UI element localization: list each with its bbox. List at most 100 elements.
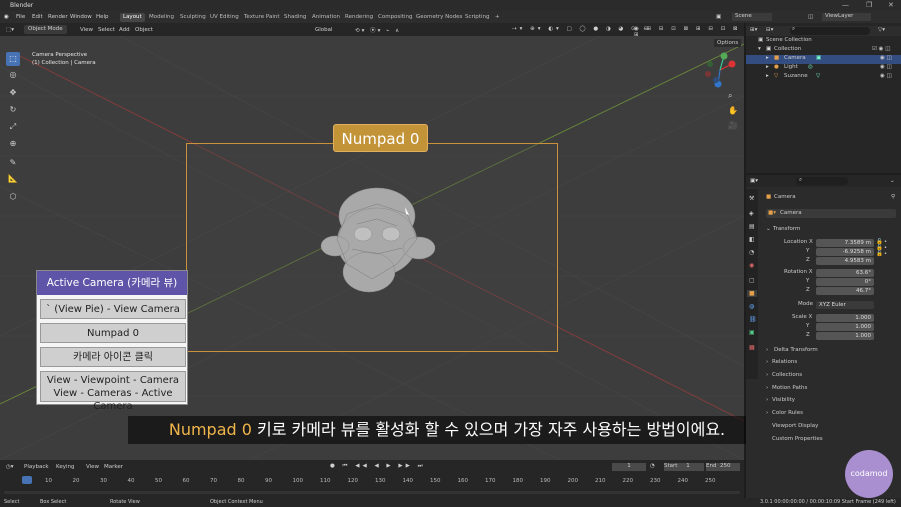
snapping-icons[interactable]: ⟲▾ ⦿▾ ⌁ ∧ bbox=[355, 26, 401, 34]
physics-tab-icon[interactable]: ◍ bbox=[749, 303, 754, 310]
chevron-right-icon[interactable]: › bbox=[766, 359, 768, 365]
pin-icon[interactable]: ⚲ bbox=[891, 194, 895, 200]
rotate-tool-icon[interactable]: ↻ bbox=[6, 103, 20, 117]
tab-rendering[interactable]: Rendering bbox=[342, 13, 376, 22]
object-tab-icon[interactable]: ■ bbox=[747, 290, 757, 297]
current-frame-field[interactable]: 1 bbox=[612, 463, 646, 471]
navigation-gizmo[interactable] bbox=[700, 50, 740, 90]
outliner-search-input[interactable] bbox=[790, 27, 870, 35]
chevron-right-icon[interactable]: › bbox=[766, 385, 768, 391]
measure-tool-icon[interactable]: 📐 bbox=[6, 172, 20, 186]
section-motion-paths[interactable]: Motion Paths bbox=[772, 385, 807, 391]
texture-tab-icon[interactable]: ▦ bbox=[749, 344, 755, 351]
minimize-icon[interactable]: — bbox=[842, 1, 849, 9]
object-data-tab-icon[interactable]: ▣ bbox=[749, 329, 755, 336]
section-delta-transform[interactable]: Delta Transform bbox=[774, 347, 818, 353]
editor-type-icon[interactable]: ⬚▾ bbox=[6, 27, 14, 33]
tab-compositing[interactable]: Compositing bbox=[375, 13, 415, 22]
chevron-right-icon[interactable]: › bbox=[766, 397, 768, 403]
filter-funnel-icon[interactable]: ▽▾ bbox=[878, 27, 885, 33]
tab-scripting[interactable]: Scripting bbox=[462, 13, 492, 22]
tab-animation[interactable]: Animation bbox=[309, 13, 343, 22]
tab-texture-paint[interactable]: Texture Paint bbox=[241, 13, 283, 22]
lock-icons[interactable]: 🔓• 🔓• 🔓• bbox=[876, 239, 888, 257]
expand-arrow-icon[interactable]: ▾ bbox=[758, 46, 761, 52]
add-cube-tool-icon[interactable]: ⬡ bbox=[6, 190, 20, 204]
pan-hand-icon[interactable]: ✋ bbox=[728, 106, 738, 115]
outliner-scene-collection[interactable]: ▣ Scene Collection bbox=[746, 37, 901, 46]
view-layer-tab-icon[interactable]: ◧ bbox=[749, 236, 755, 243]
transform-expand-icon[interactable]: ⌄ bbox=[766, 226, 771, 232]
location-z-field[interactable]: 4.9583 m bbox=[816, 257, 874, 265]
tool-tab-icon[interactable]: ⚒ bbox=[749, 195, 754, 202]
menu-window[interactable]: Window bbox=[70, 14, 92, 20]
menu-file[interactable]: File bbox=[16, 14, 25, 20]
camera-view-icon[interactable]: 🎥 bbox=[728, 121, 738, 130]
chevron-down-icon[interactable]: ⌄ bbox=[890, 178, 895, 184]
section-custom-properties[interactable]: Custom Properties bbox=[772, 436, 823, 442]
scene-selector[interactable]: Scene bbox=[732, 13, 772, 21]
section-relations[interactable]: Relations bbox=[772, 359, 797, 365]
add-workspace-button[interactable]: + bbox=[492, 13, 503, 22]
playback-controls[interactable]: ● ⏮ ◀◀ ◀ ▶ ▶▶ ⏭ bbox=[330, 463, 426, 470]
constraints-tab-icon[interactable]: ⛓ bbox=[749, 316, 757, 323]
mode-selector[interactable]: Object Mode bbox=[24, 25, 67, 34]
tab-sculpting[interactable]: Sculpting bbox=[177, 13, 209, 22]
menu-object[interactable]: Object bbox=[135, 27, 153, 33]
transform-orientation-selector[interactable]: Global bbox=[315, 27, 333, 33]
cursor-tool-icon[interactable]: ◎ bbox=[6, 68, 20, 82]
chevron-right-icon[interactable]: › bbox=[766, 410, 768, 416]
rotation-z-field[interactable]: 46.7° bbox=[816, 287, 874, 295]
section-collections[interactable]: Collections bbox=[772, 372, 802, 378]
rotation-x-field[interactable]: 63.6° bbox=[816, 269, 874, 277]
scale-x-field[interactable]: 1.000 bbox=[816, 314, 874, 322]
scale-z-field[interactable]: 1.000 bbox=[816, 332, 874, 340]
scale-tool-icon[interactable]: ⤢ bbox=[6, 120, 20, 134]
expand-arrow-icon[interactable]: ▸ bbox=[766, 73, 769, 79]
menu-edit[interactable]: Edit bbox=[32, 14, 43, 20]
menu-view[interactable]: View bbox=[80, 27, 93, 33]
chevron-right-icon[interactable]: › bbox=[766, 347, 768, 353]
timeline-scrollbar[interactable] bbox=[4, 491, 740, 494]
tab-uv-editing[interactable]: UV Editing bbox=[207, 13, 242, 22]
blender-logo-icon[interactable]: ◉ bbox=[4, 14, 9, 20]
chevron-right-icon[interactable]: › bbox=[766, 372, 768, 378]
view-layer-selector[interactable]: ViewLayer bbox=[822, 13, 872, 21]
location-x-field[interactable]: 7.3589 m bbox=[816, 239, 874, 247]
suzanne-visibility-icons[interactable]: ◉ ◫ bbox=[880, 73, 892, 79]
outliner-filter-icon[interactable]: ⊟▾ bbox=[766, 27, 773, 33]
scale-y-field[interactable]: 1.000 bbox=[816, 323, 874, 331]
collection-visibility-icons[interactable]: ☑ ◉ ◫ bbox=[872, 46, 890, 52]
timeline-editor-icon[interactable]: ◷▾ bbox=[6, 464, 14, 470]
tab-shading[interactable]: Shading bbox=[281, 13, 309, 22]
location-y-field[interactable]: -6.9258 m bbox=[816, 248, 874, 256]
expand-arrow-icon[interactable]: ▸ bbox=[766, 55, 769, 61]
tab-geometry-nodes[interactable]: Geometry Nodes bbox=[413, 13, 465, 22]
menu-add[interactable]: Add bbox=[119, 27, 130, 33]
options-dropdown[interactable]: Options bbox=[714, 39, 742, 47]
tab-modeling[interactable]: Modeling bbox=[146, 13, 177, 22]
timeline-menu-marker[interactable]: Marker bbox=[104, 464, 123, 470]
output-tab-icon[interactable]: ▤ bbox=[749, 223, 755, 230]
menu-select[interactable]: Select bbox=[98, 27, 115, 33]
camera-visibility-icons[interactable]: ◉ ◫ bbox=[880, 55, 892, 61]
rotation-mode-selector[interactable]: XYZ Euler bbox=[816, 301, 874, 309]
collection-tab-icon[interactable]: ▢ bbox=[749, 277, 755, 284]
render-tab-icon[interactable]: ◈ bbox=[749, 210, 754, 217]
tab-layout[interactable]: Layout bbox=[120, 13, 145, 22]
timeline-menu-playback[interactable]: Playback bbox=[24, 464, 49, 470]
scene-tab-icon[interactable]: ◔ bbox=[749, 249, 754, 256]
zoom-icon[interactable]: ⌕ bbox=[728, 91, 732, 101]
world-tab-icon[interactable]: ◉ bbox=[749, 262, 754, 269]
section-visibility[interactable]: Visibility bbox=[772, 397, 795, 403]
timeline-menu-keying[interactable]: Keying bbox=[56, 464, 74, 470]
timeline-ruler[interactable]: 1102030405060708090100110120130140150160… bbox=[0, 476, 744, 486]
rotation-y-field[interactable]: 0° bbox=[816, 278, 874, 286]
expand-arrow-icon[interactable]: ▸ bbox=[766, 64, 769, 70]
menu-help[interactable]: Help bbox=[96, 14, 109, 20]
viewport-gizmo-icons[interactable]: ⇢▾ ⊕▾ ◐▾ ▢ ◯ ● ◑ ◕ ⊙ ⊖ bbox=[512, 26, 651, 32]
move-tool-icon[interactable]: ✥ bbox=[6, 86, 20, 100]
close-icon[interactable]: ✕ bbox=[888, 1, 894, 9]
start-frame-field[interactable]: Start 1 bbox=[664, 463, 704, 471]
playhead[interactable] bbox=[22, 476, 32, 484]
